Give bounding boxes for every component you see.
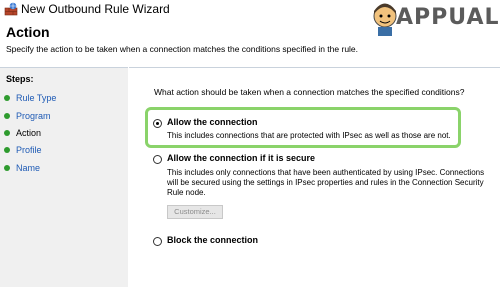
step-rule-type[interactable]: Rule Type [4,91,56,105]
appuals-watermark: APPUALS [370,1,500,37]
step-bullet-icon [4,147,10,153]
step-bullet-icon [4,113,10,119]
block-connection-label[interactable]: Block the connection [167,235,258,245]
page-description: Specify the action to be taken when a co… [6,44,359,54]
step-program[interactable]: Program [4,109,51,123]
step-label: Program [16,111,51,121]
firewall-icon [4,2,18,16]
customize-button[interactable]: Customize... [167,205,223,219]
step-label: Profile [16,145,42,155]
steps-panel: Steps: Rule Type Program Action Profile … [0,67,128,287]
step-profile[interactable]: Profile [4,143,42,157]
action-question: What action should be taken when a conne… [154,87,465,97]
step-bullet-icon [4,130,10,136]
steps-label: Steps: [6,74,34,84]
allow-if-secure-description-line-3: Rule node. [167,188,206,197]
step-bullet-icon [4,95,10,101]
window-title: New Outbound Rule Wizard [21,2,170,16]
allow-connection-label[interactable]: Allow the connection [167,117,258,127]
watermark-text: APPUALS [396,5,500,30]
step-action: Action [4,126,41,140]
allow-if-secure-description-line-2: will be secured using the settings in IP… [167,178,484,187]
page-title: Action [6,24,50,40]
allow-connection-radio[interactable] [153,119,162,128]
selection-highlight [145,107,461,148]
step-bullet-icon [4,165,10,171]
block-connection-radio[interactable] [153,237,162,246]
allow-if-secure-radio[interactable] [153,155,162,164]
allow-connection-description: This includes connections that are prote… [167,131,451,140]
allow-if-secure-description-line-1: This includes only connections that have… [167,168,485,177]
step-label: Name [16,163,41,173]
step-label: Action [16,128,42,138]
step-label: Rule Type [16,93,57,103]
step-name[interactable]: Name [4,161,40,175]
allow-if-secure-label[interactable]: Allow the connection if it is secure [167,153,315,163]
